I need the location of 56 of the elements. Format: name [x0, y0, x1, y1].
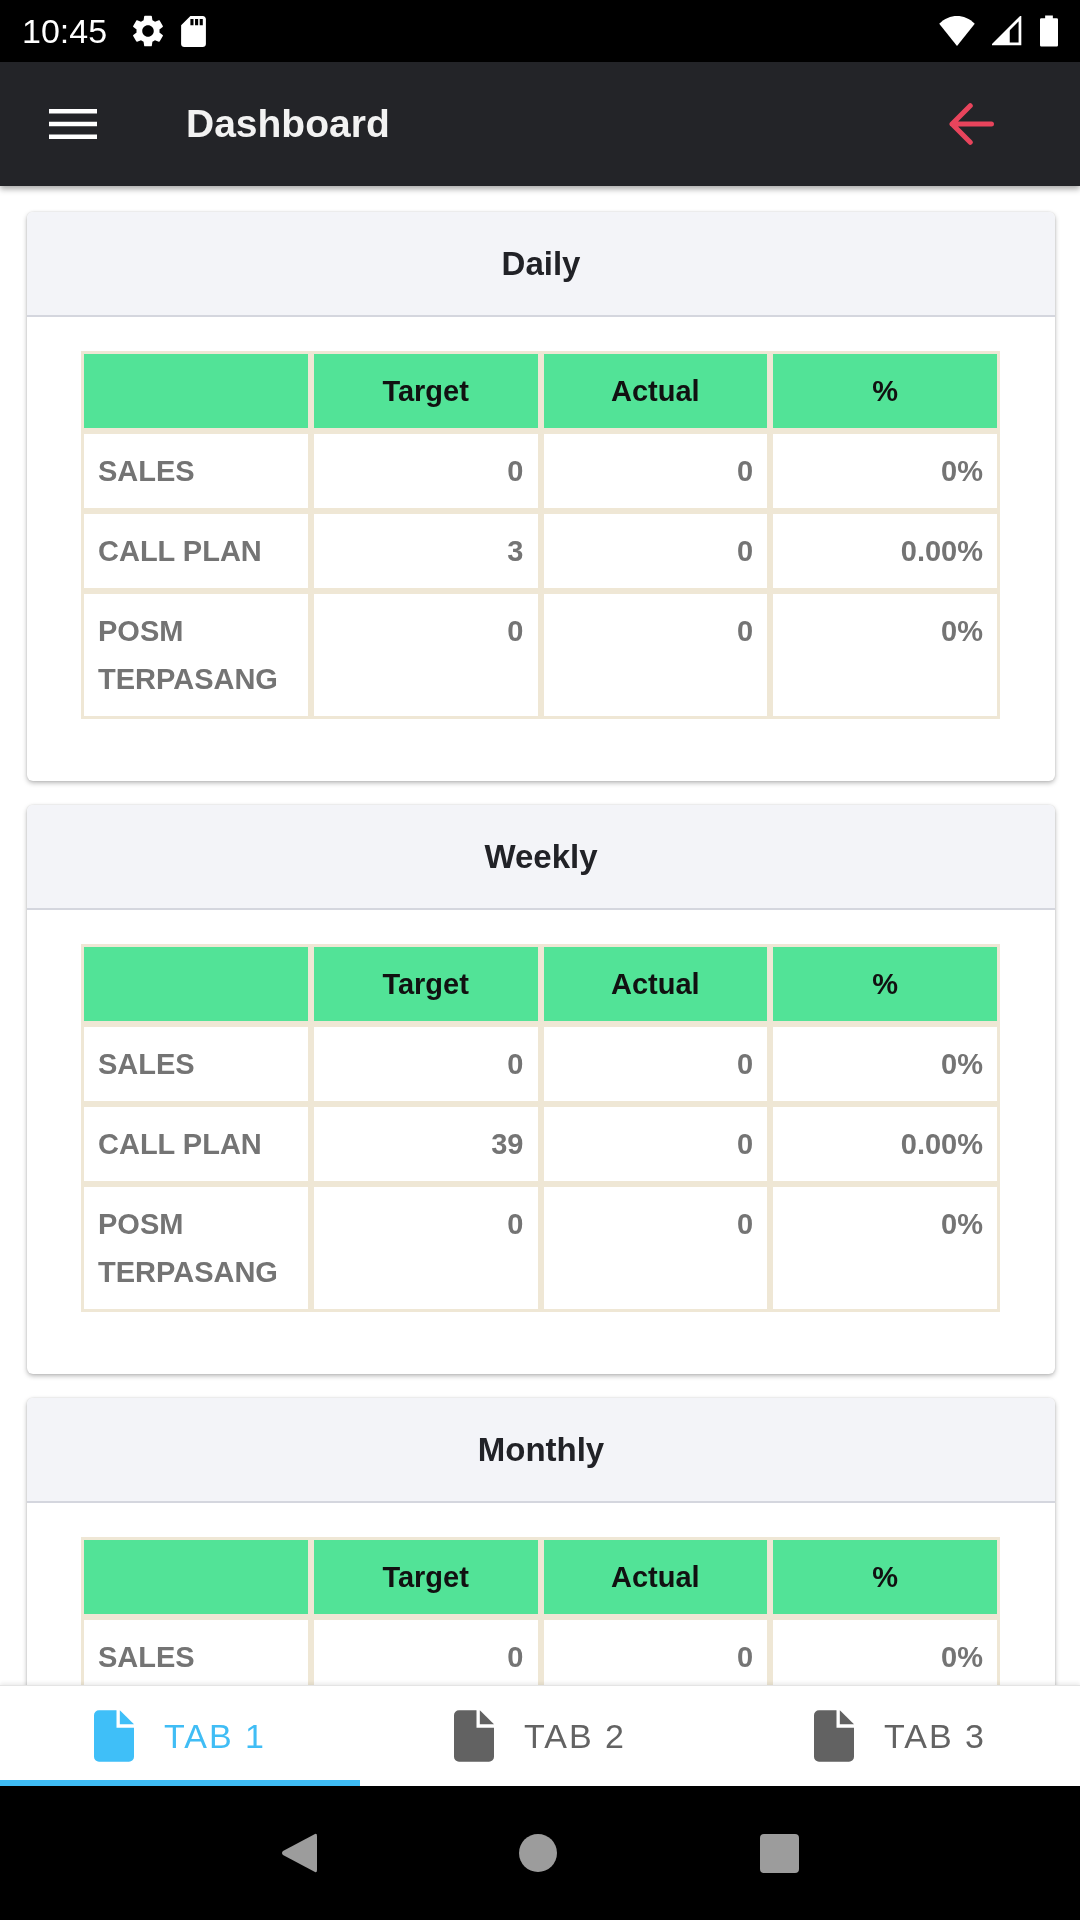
table-cell: 0.00% [770, 511, 1000, 591]
status-time: 10:45 [22, 14, 108, 48]
table-cell: 0 [540, 1104, 771, 1184]
back-icon[interactable] [281, 1833, 318, 1873]
table-header-cell: % [770, 1537, 1000, 1617]
table-cell: 0.00% [770, 1104, 1000, 1184]
document-icon [454, 1710, 494, 1762]
menu-icon[interactable] [49, 109, 97, 139]
table-cell: 0% [770, 1184, 1000, 1312]
table-header-cell: Actual [540, 944, 771, 1024]
table-cell: SALES [81, 1617, 311, 1685]
sd-card-icon [181, 15, 207, 47]
table-cell: 0 [540, 1184, 771, 1312]
tab[interactable]: TAB 3 [720, 1686, 1080, 1786]
battery-icon [1040, 15, 1058, 47]
table-cell: 0% [770, 431, 1000, 511]
table-cell: 0 [310, 1024, 541, 1104]
table-cell: 0 [540, 1024, 771, 1104]
table-cell: 0 [310, 591, 541, 719]
table-cell: POSM TERPASANG [81, 591, 311, 719]
table-header-cell: Actual [540, 1537, 771, 1617]
table-cell: POSM TERPASANG [81, 1184, 311, 1312]
table-cell: 39 [310, 1104, 541, 1184]
table-header-cell: % [770, 944, 1000, 1024]
table-cell: SALES [81, 1024, 311, 1104]
table-header-cell: Actual [540, 351, 771, 431]
document-icon [814, 1710, 854, 1762]
table-cell: CALL PLAN [81, 511, 311, 591]
document-icon [94, 1710, 134, 1762]
table-cell: 0 [310, 1617, 541, 1685]
card-title: Daily [501, 244, 581, 283]
table-cell: SALES [81, 431, 311, 511]
table-cell: 3 [310, 511, 541, 591]
tab[interactable]: TAB 2 [360, 1686, 720, 1786]
table-cell: 0 [540, 511, 771, 591]
table-cell: 0 [540, 591, 771, 719]
back-arrow-icon[interactable] [948, 103, 994, 145]
table-cell: 0% [770, 1024, 1000, 1104]
table-cell: CALL PLAN [81, 1104, 311, 1184]
recents-icon[interactable] [759, 1833, 799, 1873]
home-icon[interactable] [519, 1834, 558, 1872]
app-bar-title: Dashboard [186, 102, 390, 146]
table-cell: 0 [310, 1184, 541, 1312]
signal-icon [992, 16, 1022, 46]
settings-icon [133, 15, 164, 47]
table-cell: 0 [310, 431, 541, 511]
table-header-cell: Target [310, 1537, 541, 1617]
table-cell: 0 [540, 431, 771, 511]
table-cell: 0 [540, 1617, 771, 1685]
table-cell: 0% [770, 591, 1000, 719]
table-header-cell: Target [310, 351, 541, 431]
table-header-cell: % [770, 351, 1000, 431]
table-header-cell: Target [310, 944, 541, 1024]
card-title: Monthly [477, 1430, 605, 1469]
table-cell: 0% [770, 1617, 1000, 1685]
card-title: Weekly [484, 837, 598, 876]
